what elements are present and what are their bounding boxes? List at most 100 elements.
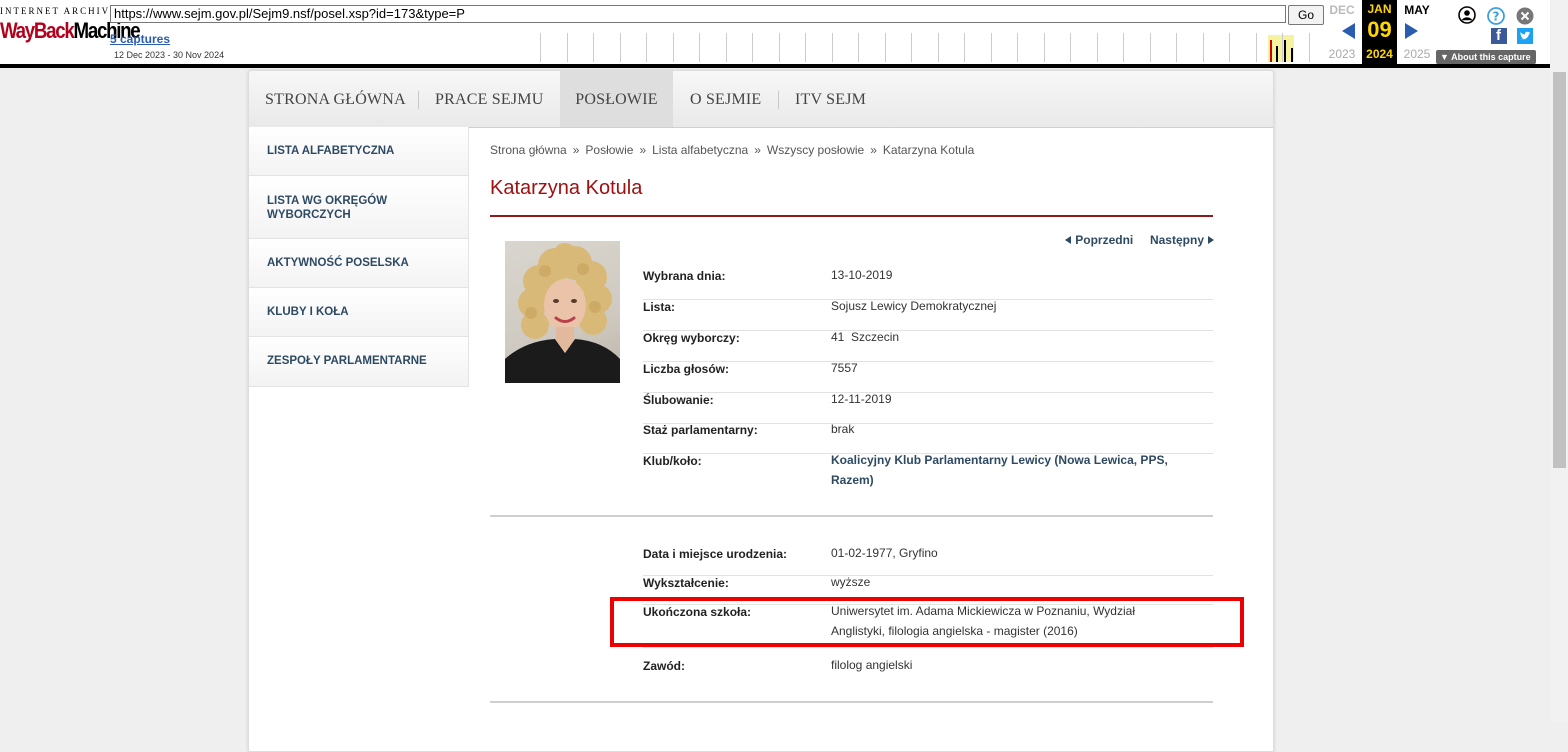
breadcrumb-item[interactable]: Lista alfabetyczna [652, 143, 748, 157]
sparkline-tick [593, 33, 594, 62]
breadcrumb-sep: » [754, 143, 761, 157]
info-value: 13-10-2019 [831, 268, 893, 282]
sparkline-tick [1282, 33, 1283, 62]
nav-prace-sejmu[interactable]: PRACE SEJMU [435, 71, 543, 127]
sidebar-item-zespoly-parlamentarne[interactable]: ZESPOŁY PARLAMENTARNE [249, 337, 469, 387]
sidebar-item-label: LISTA WG OKRĘGÓW [267, 195, 388, 207]
twitter-icon[interactable] [1517, 28, 1533, 44]
about-capture-button[interactable]: ▼ About this capture [1436, 50, 1536, 64]
page-scrollbar[interactable] [1551, 0, 1568, 722]
info-value: Sojusz Lewicy Demokratycznej [831, 299, 997, 313]
next-link[interactable]: Następny [1150, 233, 1204, 247]
klub-link[interactable]: Koalicyjny Klub Parlamentarny Lewicy (No… [831, 450, 1191, 490]
info-label: Staż parlamentarny: [643, 423, 758, 437]
wayback-current-date: JAN 09 2024 [1362, 0, 1397, 64]
bio-label: Zawód: [643, 659, 685, 673]
info-row-klub: Klub/koło: Koalicyjny Klub Parlamentarny… [643, 453, 1213, 494]
page-title: Katarzyna Kotula [490, 177, 643, 199]
wayback-captures-link[interactable]: 5 captures [110, 32, 170, 46]
facebook-icon[interactable]: f [1491, 27, 1507, 44]
main-nav: STRONA GŁÓWNA PRACE SEJMU POSŁOWIE O SEJ… [249, 71, 1273, 128]
sparkline-tick [566, 33, 568, 62]
wayback-prev-year[interactable]: 2023 [1322, 47, 1362, 61]
wayback-next-month[interactable]: MAY [1397, 3, 1437, 17]
sidebar: LISTA ALFABETYCZNA LISTA WG OKRĘGÓW WYBOR… [249, 127, 469, 387]
triangle-right-icon [1208, 236, 1214, 244]
wayback-prev-arrow-icon[interactable] [1342, 23, 1355, 39]
breadcrumb-sep: » [639, 143, 647, 157]
wayback-cur-year: 2024 [1366, 47, 1393, 61]
sparkline-tick [725, 33, 727, 62]
nav-poslowie[interactable]: POSŁOWIE [560, 71, 673, 127]
breadcrumb-item[interactable]: Posłowie [585, 143, 633, 157]
sparkline-tick [672, 33, 674, 62]
sidebar-item-aktywnosc-poselska[interactable]: AKTYWNOŚĆ POSELSKA [249, 239, 469, 288]
bio-label: Wykształcenie: [643, 576, 729, 590]
mp-photo [505, 241, 620, 383]
sparkline-tick [1123, 33, 1124, 62]
breadcrumb-item[interactable]: Strona główna [490, 143, 567, 157]
nav-itv-sejm[interactable]: ITV SEJM [795, 71, 866, 127]
wayback-next-year[interactable]: 2025 [1397, 47, 1437, 61]
nav-strona-glowna[interactable]: STRONA GŁÓWNA [265, 71, 406, 127]
sidebar-item-label: WYBORCZYCH [267, 209, 351, 221]
sparkline-tick [699, 33, 700, 62]
help-icon[interactable]: ? [1487, 7, 1505, 25]
sidebar-item-label: AKTYWNOŚĆ POSELSKA [267, 257, 409, 269]
sparkline-tick [1202, 33, 1204, 62]
title-divider [490, 215, 1213, 217]
close-icon[interactable] [1516, 7, 1534, 25]
wayback-date-range: 12 Dec 2023 - 30 Nov 2024 [114, 50, 225, 60]
section-divider [490, 515, 1213, 517]
sparkline-tick [884, 33, 886, 62]
sparkline-tick [1017, 33, 1018, 62]
sparkline-capture-bar [1276, 46, 1278, 62]
info-label: Klub/koło: [643, 454, 702, 468]
wayback-sparkline[interactable] [540, 33, 1320, 62]
breadcrumb-current: Katarzyna Kotula [882, 143, 975, 157]
wayback-toolbar: INTERNET ARCHIVE WayBackMachine https://… [0, 0, 1550, 68]
section-divider [490, 701, 1213, 703]
nav-separator [418, 91, 419, 109]
nav-o-sejmie[interactable]: O SEJMIE [690, 71, 761, 127]
sparkline-tick [778, 33, 780, 62]
sparkline-tick [1308, 33, 1310, 62]
breadcrumb-sep: » [870, 143, 877, 157]
scrollbar-thumb[interactable] [1553, 72, 1566, 468]
bio-value: Uniwersytet im. Adama Mickiewicza w Pozn… [831, 604, 1135, 638]
sidebar-item-lista-okregow[interactable]: LISTA WG OKRĘGÓW WYBORCZYCH [249, 176, 469, 239]
sidebar-item-kluby-i-kola[interactable]: KLUBY I KOŁA [249, 288, 469, 337]
bio-row-zawod: Zawód: filolog angielski [643, 658, 1213, 687]
sparkline-tick [1070, 33, 1071, 62]
breadcrumb-sep: » [572, 143, 580, 157]
sparkline-tick [646, 33, 647, 62]
wayback-next-arrow-icon[interactable] [1405, 23, 1418, 39]
sparkline-tick [990, 33, 992, 62]
info-label: Okręg wyborczy: [643, 331, 740, 345]
info-label: Ślubowanie: [643, 393, 714, 407]
bio-value: wyższe [831, 575, 871, 589]
info-label: Liczba głosów: [643, 362, 730, 376]
triangle-left-icon [1065, 236, 1072, 244]
breadcrumb-item[interactable]: Wszyscy posłowie [767, 143, 864, 157]
prev-link[interactable]: Poprzedni [1075, 233, 1133, 247]
bio-row-szkola: Ukończona szkoła: Uniwersytet im. Adama … [643, 604, 1213, 648]
sparkline-tick [1255, 33, 1257, 62]
sparkline-tick [1229, 33, 1230, 62]
sparkline-tick [1176, 33, 1177, 62]
wayback-go-button[interactable]: Go [1288, 5, 1324, 25]
sidebar-item-lista-alfabetyczna[interactable]: LISTA ALFABETYCZNA [249, 127, 469, 176]
sparkline-tick [831, 33, 833, 62]
nav-separator [778, 91, 779, 109]
wayback-logo-top: INTERNET ARCHIVE [0, 6, 118, 16]
prev-next-nav: Poprzedni Następny [1065, 233, 1214, 247]
wayback-prev-month[interactable]: DEC [1322, 3, 1362, 17]
sparkline-capture-bar [1270, 40, 1272, 62]
info-value: 41 Szczecin [831, 330, 900, 344]
wayback-url-input[interactable]: https://www.sejm.gov.pl/Sejm9.nsf/posel.… [110, 5, 1286, 23]
user-icon[interactable] [1458, 6, 1476, 24]
sparkline-tick [619, 33, 621, 62]
wayback-cur-day: 09 [1367, 17, 1392, 42]
sparkline-tick [964, 33, 965, 62]
wayback-logo[interactable]: INTERNET ARCHIVE WayBackMachine [0, 6, 141, 56]
